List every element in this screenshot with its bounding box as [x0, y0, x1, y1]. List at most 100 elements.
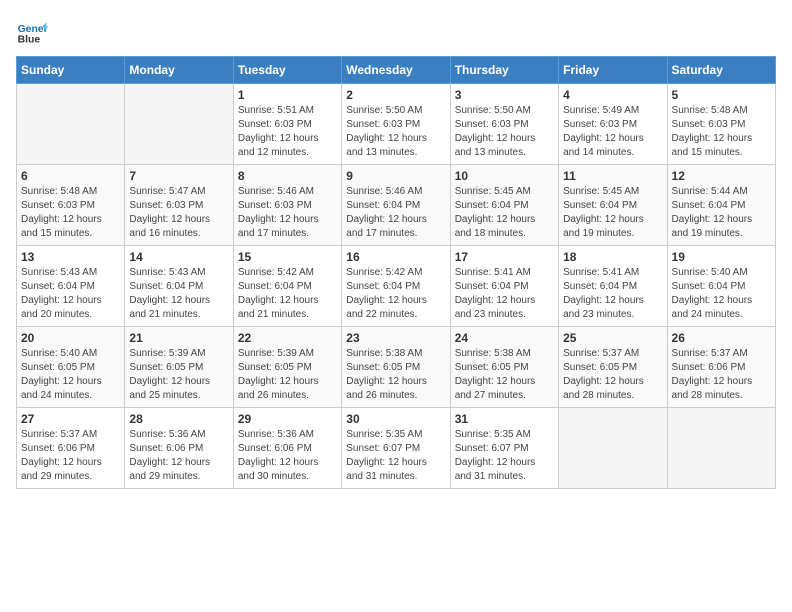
- day-number: 8: [238, 169, 337, 183]
- day-info: Sunrise: 5:39 AM Sunset: 6:05 PM Dayligh…: [129, 347, 228, 403]
- calendar-cell: 18 Sunrise: 5:41 AM Sunset: 6:04 PM Dayli…: [559, 246, 667, 327]
- weekday-header-saturday: Saturday: [667, 57, 775, 84]
- calendar-cell: 9Sunrise: 5:46 AM Sunset: 6:04 PM Daylig…: [342, 165, 450, 246]
- day-info: Sunrise: 5:39 AM Sunset: 6:05 PM Dayligh…: [238, 347, 337, 403]
- weekday-header-monday: Monday: [125, 57, 233, 84]
- calendar-cell: 30Sunrise: 5:35 AM Sunset: 6:07 PM Dayli…: [342, 408, 450, 489]
- logo: General Blue: [16, 16, 52, 48]
- day-number: 18: [563, 250, 662, 264]
- day-info: Sunrise: 5:35 AM Sunset: 6:07 PM Dayligh…: [455, 428, 554, 484]
- day-info: Sunrise: 5:44 AM Sunset: 6:04 PM Dayligh…: [672, 185, 771, 241]
- day-info: Sunrise: 5:47 AM Sunset: 6:03 PM Dayligh…: [129, 185, 228, 241]
- calendar-week-2: 6 Sunrise: 5:48 AM Sunset: 6:03 PM Daylig…: [17, 165, 776, 246]
- day-number: 26: [672, 331, 771, 345]
- day-info: Sunrise: 5:49 AM Sunset: 6:03 PM Dayligh…: [563, 104, 662, 160]
- day-info: Sunrise: 5:43 AM Sunset: 6:04 PM Dayligh…: [129, 266, 228, 322]
- calendar-cell: 1Sunrise: 5:51 AM Sunset: 6:03 PM Daylig…: [233, 84, 341, 165]
- calendar-cell: 3 Sunrise: 5:50 AM Sunset: 6:03 PM Daylig…: [450, 84, 558, 165]
- calendar-cell: 28 Sunrise: 5:36 AM Sunset: 6:06 PM Dayli…: [125, 408, 233, 489]
- calendar-cell: 6 Sunrise: 5:48 AM Sunset: 6:03 PM Daylig…: [17, 165, 125, 246]
- day-number: 31: [455, 412, 554, 426]
- day-info: Sunrise: 5:50 AM Sunset: 6:03 PM Dayligh…: [346, 104, 445, 160]
- day-number: 2: [346, 88, 445, 102]
- day-number: 29: [238, 412, 337, 426]
- day-number: 30: [346, 412, 445, 426]
- calendar-cell: 21 Sunrise: 5:39 AM Sunset: 6:05 PM Dayli…: [125, 327, 233, 408]
- day-number: 15: [238, 250, 337, 264]
- calendar-cell: [125, 84, 233, 165]
- day-info: Sunrise: 5:42 AM Sunset: 6:04 PM Dayligh…: [238, 266, 337, 322]
- day-number: 17: [455, 250, 554, 264]
- weekday-header-thursday: Thursday: [450, 57, 558, 84]
- day-number: 27: [21, 412, 120, 426]
- day-info: Sunrise: 5:36 AM Sunset: 6:06 PM Dayligh…: [129, 428, 228, 484]
- day-info: Sunrise: 5:48 AM Sunset: 6:03 PM Dayligh…: [21, 185, 120, 241]
- day-number: 3: [455, 88, 554, 102]
- day-info: Sunrise: 5:37 AM Sunset: 6:06 PM Dayligh…: [21, 428, 120, 484]
- day-info: Sunrise: 5:38 AM Sunset: 6:05 PM Dayligh…: [455, 347, 554, 403]
- calendar-cell: 8 Sunrise: 5:46 AM Sunset: 6:03 PM Daylig…: [233, 165, 341, 246]
- day-info: Sunrise: 5:45 AM Sunset: 6:04 PM Dayligh…: [563, 185, 662, 241]
- day-number: 21: [129, 331, 228, 345]
- day-number: 6: [21, 169, 120, 183]
- day-info: Sunrise: 5:40 AM Sunset: 6:05 PM Dayligh…: [21, 347, 120, 403]
- day-number: 11: [563, 169, 662, 183]
- day-number: 19: [672, 250, 771, 264]
- calendar-cell: 10 Sunrise: 5:45 AM Sunset: 6:04 PM Dayli…: [450, 165, 558, 246]
- calendar-cell: 13 Sunrise: 5:43 AM Sunset: 6:04 PM Dayli…: [17, 246, 125, 327]
- calendar-cell: 19 Sunrise: 5:40 AM Sunset: 6:04 PM Dayli…: [667, 246, 775, 327]
- calendar-week-3: 13 Sunrise: 5:43 AM Sunset: 6:04 PM Dayli…: [17, 246, 776, 327]
- day-number: 23: [346, 331, 445, 345]
- svg-text:Blue: Blue: [18, 34, 41, 45]
- calendar-cell: 31 Sunrise: 5:35 AM Sunset: 6:07 PM Dayli…: [450, 408, 558, 489]
- day-number: 24: [455, 331, 554, 345]
- day-info: Sunrise: 5:50 AM Sunset: 6:03 PM Dayligh…: [455, 104, 554, 160]
- day-info: Sunrise: 5:41 AM Sunset: 6:04 PM Dayligh…: [563, 266, 662, 322]
- day-info: Sunrise: 5:40 AM Sunset: 6:04 PM Dayligh…: [672, 266, 771, 322]
- day-info: Sunrise: 5:37 AM Sunset: 6:05 PM Dayligh…: [563, 347, 662, 403]
- page-header: General Blue: [16, 16, 776, 48]
- day-number: 7: [129, 169, 228, 183]
- calendar-cell: 4 Sunrise: 5:49 AM Sunset: 6:03 PM Daylig…: [559, 84, 667, 165]
- calendar-cell: 12Sunrise: 5:44 AM Sunset: 6:04 PM Dayli…: [667, 165, 775, 246]
- calendar-cell: 26 Sunrise: 5:37 AM Sunset: 6:06 PM Dayli…: [667, 327, 775, 408]
- day-number: 28: [129, 412, 228, 426]
- calendar-cell: 27 Sunrise: 5:37 AM Sunset: 6:06 PM Dayli…: [17, 408, 125, 489]
- calendar-cell: 7 Sunrise: 5:47 AM Sunset: 6:03 PM Daylig…: [125, 165, 233, 246]
- day-info: Sunrise: 5:45 AM Sunset: 6:04 PM Dayligh…: [455, 185, 554, 241]
- day-number: 9: [346, 169, 445, 183]
- weekday-header-sunday: Sunday: [17, 57, 125, 84]
- calendar-cell: 5 Sunrise: 5:48 AM Sunset: 6:03 PM Daylig…: [667, 84, 775, 165]
- calendar-cell: 29 Sunrise: 5:36 AM Sunset: 6:06 PM Dayli…: [233, 408, 341, 489]
- weekday-header-tuesday: Tuesday: [233, 57, 341, 84]
- day-info: Sunrise: 5:48 AM Sunset: 6:03 PM Dayligh…: [672, 104, 771, 160]
- day-number: 20: [21, 331, 120, 345]
- day-number: 25: [563, 331, 662, 345]
- calendar-table: SundayMondayTuesdayWednesdayThursdayFrid…: [16, 56, 776, 489]
- calendar-cell: 2 Sunrise: 5:50 AM Sunset: 6:03 PM Daylig…: [342, 84, 450, 165]
- day-info: Sunrise: 5:42 AM Sunset: 6:04 PM Dayligh…: [346, 266, 445, 322]
- calendar-week-4: 20 Sunrise: 5:40 AM Sunset: 6:05 PM Dayli…: [17, 327, 776, 408]
- day-number: 5: [672, 88, 771, 102]
- calendar-week-1: 1Sunrise: 5:51 AM Sunset: 6:03 PM Daylig…: [17, 84, 776, 165]
- logo-icon: General Blue: [16, 16, 48, 48]
- day-info: Sunrise: 5:46 AM Sunset: 6:03 PM Dayligh…: [238, 185, 337, 241]
- day-info: Sunrise: 5:36 AM Sunset: 6:06 PM Dayligh…: [238, 428, 337, 484]
- calendar-cell: [667, 408, 775, 489]
- day-number: 4: [563, 88, 662, 102]
- weekday-header-wednesday: Wednesday: [342, 57, 450, 84]
- day-info: Sunrise: 5:43 AM Sunset: 6:04 PM Dayligh…: [21, 266, 120, 322]
- day-number: 14: [129, 250, 228, 264]
- day-number: 13: [21, 250, 120, 264]
- day-info: Sunrise: 5:41 AM Sunset: 6:04 PM Dayligh…: [455, 266, 554, 322]
- calendar-cell: 25 Sunrise: 5:37 AM Sunset: 6:05 PM Dayli…: [559, 327, 667, 408]
- calendar-cell: 17 Sunrise: 5:41 AM Sunset: 6:04 PM Dayli…: [450, 246, 558, 327]
- calendar-cell: 23Sunrise: 5:38 AM Sunset: 6:05 PM Dayli…: [342, 327, 450, 408]
- calendar-cell: 22Sunrise: 5:39 AM Sunset: 6:05 PM Dayli…: [233, 327, 341, 408]
- day-info: Sunrise: 5:37 AM Sunset: 6:06 PM Dayligh…: [672, 347, 771, 403]
- calendar-cell: [559, 408, 667, 489]
- calendar-cell: 11 Sunrise: 5:45 AM Sunset: 6:04 PM Dayli…: [559, 165, 667, 246]
- day-number: 16: [346, 250, 445, 264]
- day-number: 10: [455, 169, 554, 183]
- calendar-cell: 14 Sunrise: 5:43 AM Sunset: 6:04 PM Dayli…: [125, 246, 233, 327]
